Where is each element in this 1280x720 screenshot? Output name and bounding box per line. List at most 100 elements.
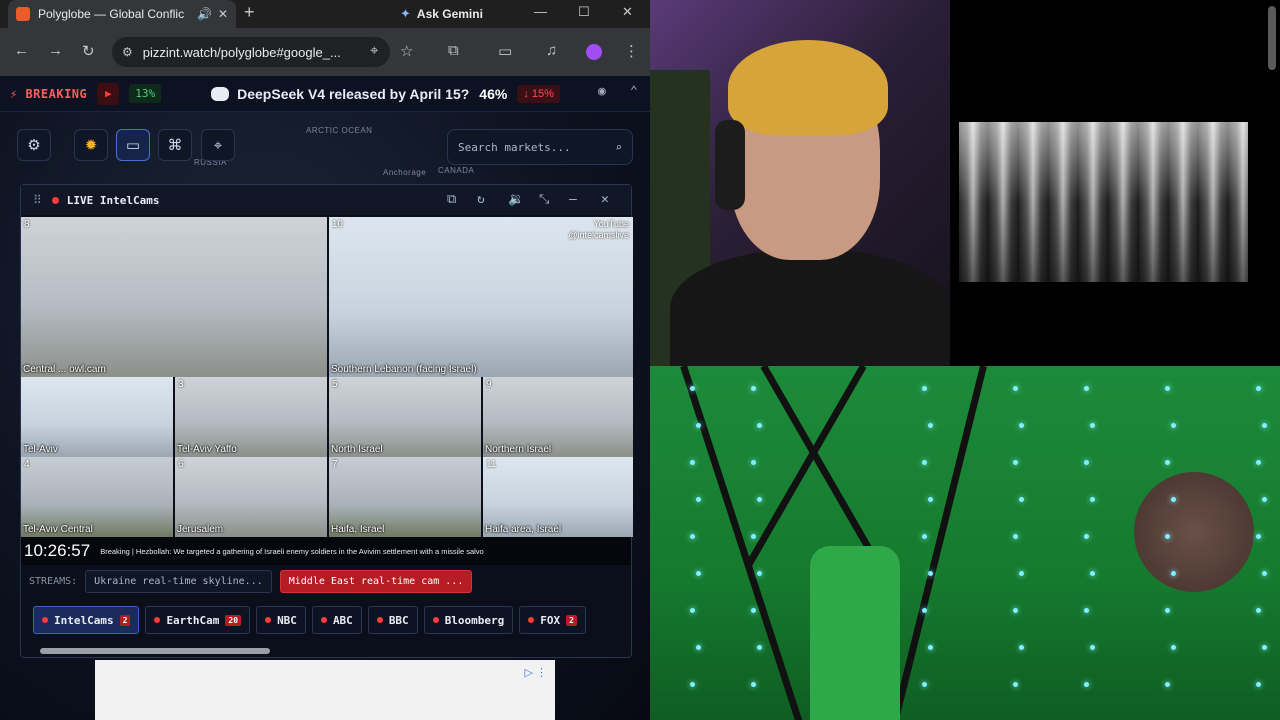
camera-tile[interactable]: 3 Tel-Aviv Yaffo <box>175 377 327 457</box>
flywheel <box>1134 472 1254 592</box>
string-light <box>1019 571 1024 576</box>
stream-chip-selected[interactable]: Middle East real-time cam ... <box>279 569 473 593</box>
refresh-icon[interactable]: ↻ <box>477 192 485 207</box>
back-icon[interactable]: ← <box>14 42 29 59</box>
string-light <box>928 497 933 502</box>
breaking-news-text: Breaking | Hezbollah: We targeted a gath… <box>100 546 484 556</box>
camera-number: 4 <box>24 459 30 470</box>
browser-window: Polyglobe — Global Conflic 🔊 ✕ + ✦ Ask G… <box>0 0 650 720</box>
alerts-button[interactable]: ✹ <box>74 129 108 161</box>
string-light <box>1084 534 1089 539</box>
camera-tile[interactable]: 11 Haifa area, Israel <box>483 457 633 537</box>
close-window-icon[interactable]: ✕ <box>622 4 633 20</box>
reading-mode-icon[interactable]: ▭ <box>498 42 512 60</box>
live-cams-button[interactable]: ▭ <box>116 129 150 161</box>
stream-chip[interactable]: Ukraine real-time skyline... <box>85 569 272 593</box>
string-light <box>751 386 756 391</box>
camera-caption: Haifa area, Israel <box>485 524 562 535</box>
streamer-cap <box>728 40 888 135</box>
camera-tile[interactable]: Tel-Aviv <box>21 377 173 457</box>
channel-tab-fox[interactable]: FOX 2 <box>519 606 586 634</box>
string-light <box>751 534 756 539</box>
camera-tile[interactable]: 5 North Israel <box>329 377 481 457</box>
volume-icon[interactable]: 🔉 <box>508 192 524 207</box>
string-light <box>751 460 756 465</box>
camera-tile[interactable]: 6 Jerusalem <box>175 457 327 537</box>
camera-number: 11 <box>486 459 497 470</box>
popout-icon[interactable]: ⧉ <box>447 192 456 207</box>
streamer-shirt <box>670 250 950 366</box>
location-icon[interactable]: ⌖ <box>370 42 378 59</box>
play-icon[interactable]: ▶ <box>97 82 120 105</box>
string-light <box>1165 534 1170 539</box>
satellite-button[interactable]: ⌘ <box>158 129 192 161</box>
string-light <box>1256 682 1261 687</box>
globe-icon[interactable]: ◉ <box>598 84 606 99</box>
forward-icon[interactable]: → <box>48 42 63 59</box>
string-light <box>1019 423 1024 428</box>
string-light <box>922 682 927 687</box>
breaking-text: BREAKING <box>25 86 88 101</box>
channel-tab-earthcam[interactable]: EarthCam 20 <box>145 606 251 634</box>
channel-name: EarthCam <box>166 613 220 627</box>
ad-choices-icon[interactable]: ▷ ⋮ <box>524 666 547 679</box>
reload-icon[interactable]: ↻ <box>82 42 95 60</box>
channel-name: NBC <box>277 613 297 627</box>
news-ticker: 10:26:57 Breaking | Hezbollah: We target… <box>21 537 631 565</box>
settings-button[interactable]: ⚙ <box>17 129 51 161</box>
camera-tile[interactable]: 4 Tel-Aviv Central <box>21 457 173 537</box>
ask-gemini-button[interactable]: ✦ Ask Gemini <box>400 3 483 25</box>
drag-handle-icon[interactable]: ⠿ <box>33 193 42 207</box>
string-light <box>1256 386 1261 391</box>
channel-count: 2 <box>566 614 577 626</box>
camera-tile[interactable]: 10 YouTube @intelcamslive Southern Lebano… <box>329 217 633 377</box>
camera-caption: Central ... owl.cam <box>23 364 106 375</box>
close-tab-icon[interactable]: ✕ <box>218 7 228 21</box>
market-search-input[interactable]: Search markets... ⌕ <box>447 129 633 165</box>
ad-banner[interactable]: ▷ ⋮ <box>95 660 555 720</box>
camera-grid: 8 Central ... owl.cam 10 YouTube @intelca… <box>21 217 633 537</box>
close-widget-icon[interactable]: ✕ <box>601 192 609 207</box>
site-info-icon[interactable]: ⚙ <box>122 45 133 59</box>
channel-tab-nbc[interactable]: NBC <box>256 606 306 634</box>
string-light <box>1165 460 1170 465</box>
channel-tab-bbc[interactable]: BBC <box>367 606 418 634</box>
camera-tile[interactable]: 8 Central ... owl.cam <box>21 217 327 377</box>
channel-tab-abc[interactable]: ABC <box>311 606 362 634</box>
market-ticker[interactable]: DeepSeek V4 released by April 15? 46% ↓ … <box>211 84 560 103</box>
new-tab-button[interactable]: + <box>244 2 255 23</box>
camera-number: 5 <box>332 379 338 390</box>
breaking-bar: ⚡ BREAKING ▶ 13% DeepSeek V4 released by… <box>0 76 650 112</box>
camera-tile[interactable]: 9 Northern Israel <box>483 377 633 457</box>
maximize-icon[interactable]: ☐ <box>578 4 590 20</box>
camera-caption: Haifa, Israel <box>331 524 385 535</box>
vertical-scrollbar[interactable] <box>1268 6 1276 70</box>
bookmark-star-icon[interactable]: ☆ <box>400 42 413 60</box>
address-bar[interactable]: ⚙ pizzint.watch/polyglobe#google_... <box>112 37 390 67</box>
widget-header[interactable]: ⠿ LIVE IntelCams ⧉ ↻ 🔉 ⤡ — ✕ <box>21 185 631 215</box>
media-controls-icon[interactable]: ♫ <box>546 42 557 59</box>
headphones-icon <box>715 120 745 210</box>
menu-kebab-icon[interactable]: ⋮ <box>624 42 639 60</box>
map-label: Anchorage <box>383 168 427 177</box>
minimize-icon[interactable]: — <box>534 4 547 19</box>
string-light <box>757 645 762 650</box>
extensions-icon[interactable]: ⧉ <box>448 42 459 59</box>
collapse-chevron-icon[interactable]: ⌃ <box>630 84 638 99</box>
active-tab[interactable]: Polyglobe — Global Conflic 🔊 ✕ <box>8 0 236 28</box>
speaker-icon[interactable]: 🔊 <box>197 7 212 21</box>
channel-tab-intelcams[interactable]: IntelCams 2 <box>33 606 140 634</box>
string-light <box>1084 682 1089 687</box>
live-dot-icon <box>265 617 272 623</box>
locate-button[interactable]: ⌖ <box>201 129 235 161</box>
camera-tile[interactable]: 7 Haifa, Israel <box>329 457 481 537</box>
camera-caption: Jerusalem <box>177 524 224 535</box>
profile-avatar[interactable] <box>586 44 602 60</box>
horizontal-scrollbar[interactable] <box>40 648 270 654</box>
tab-strip: Polyglobe — Global Conflic 🔊 ✕ + ✦ Ask G… <box>0 0 650 28</box>
string-light <box>1262 645 1267 650</box>
minimize-widget-icon[interactable]: — <box>569 192 577 207</box>
string-light <box>928 645 933 650</box>
shrink-icon[interactable]: ⤡ <box>539 192 549 207</box>
channel-tab-bloomberg[interactable]: Bloomberg <box>423 606 514 634</box>
